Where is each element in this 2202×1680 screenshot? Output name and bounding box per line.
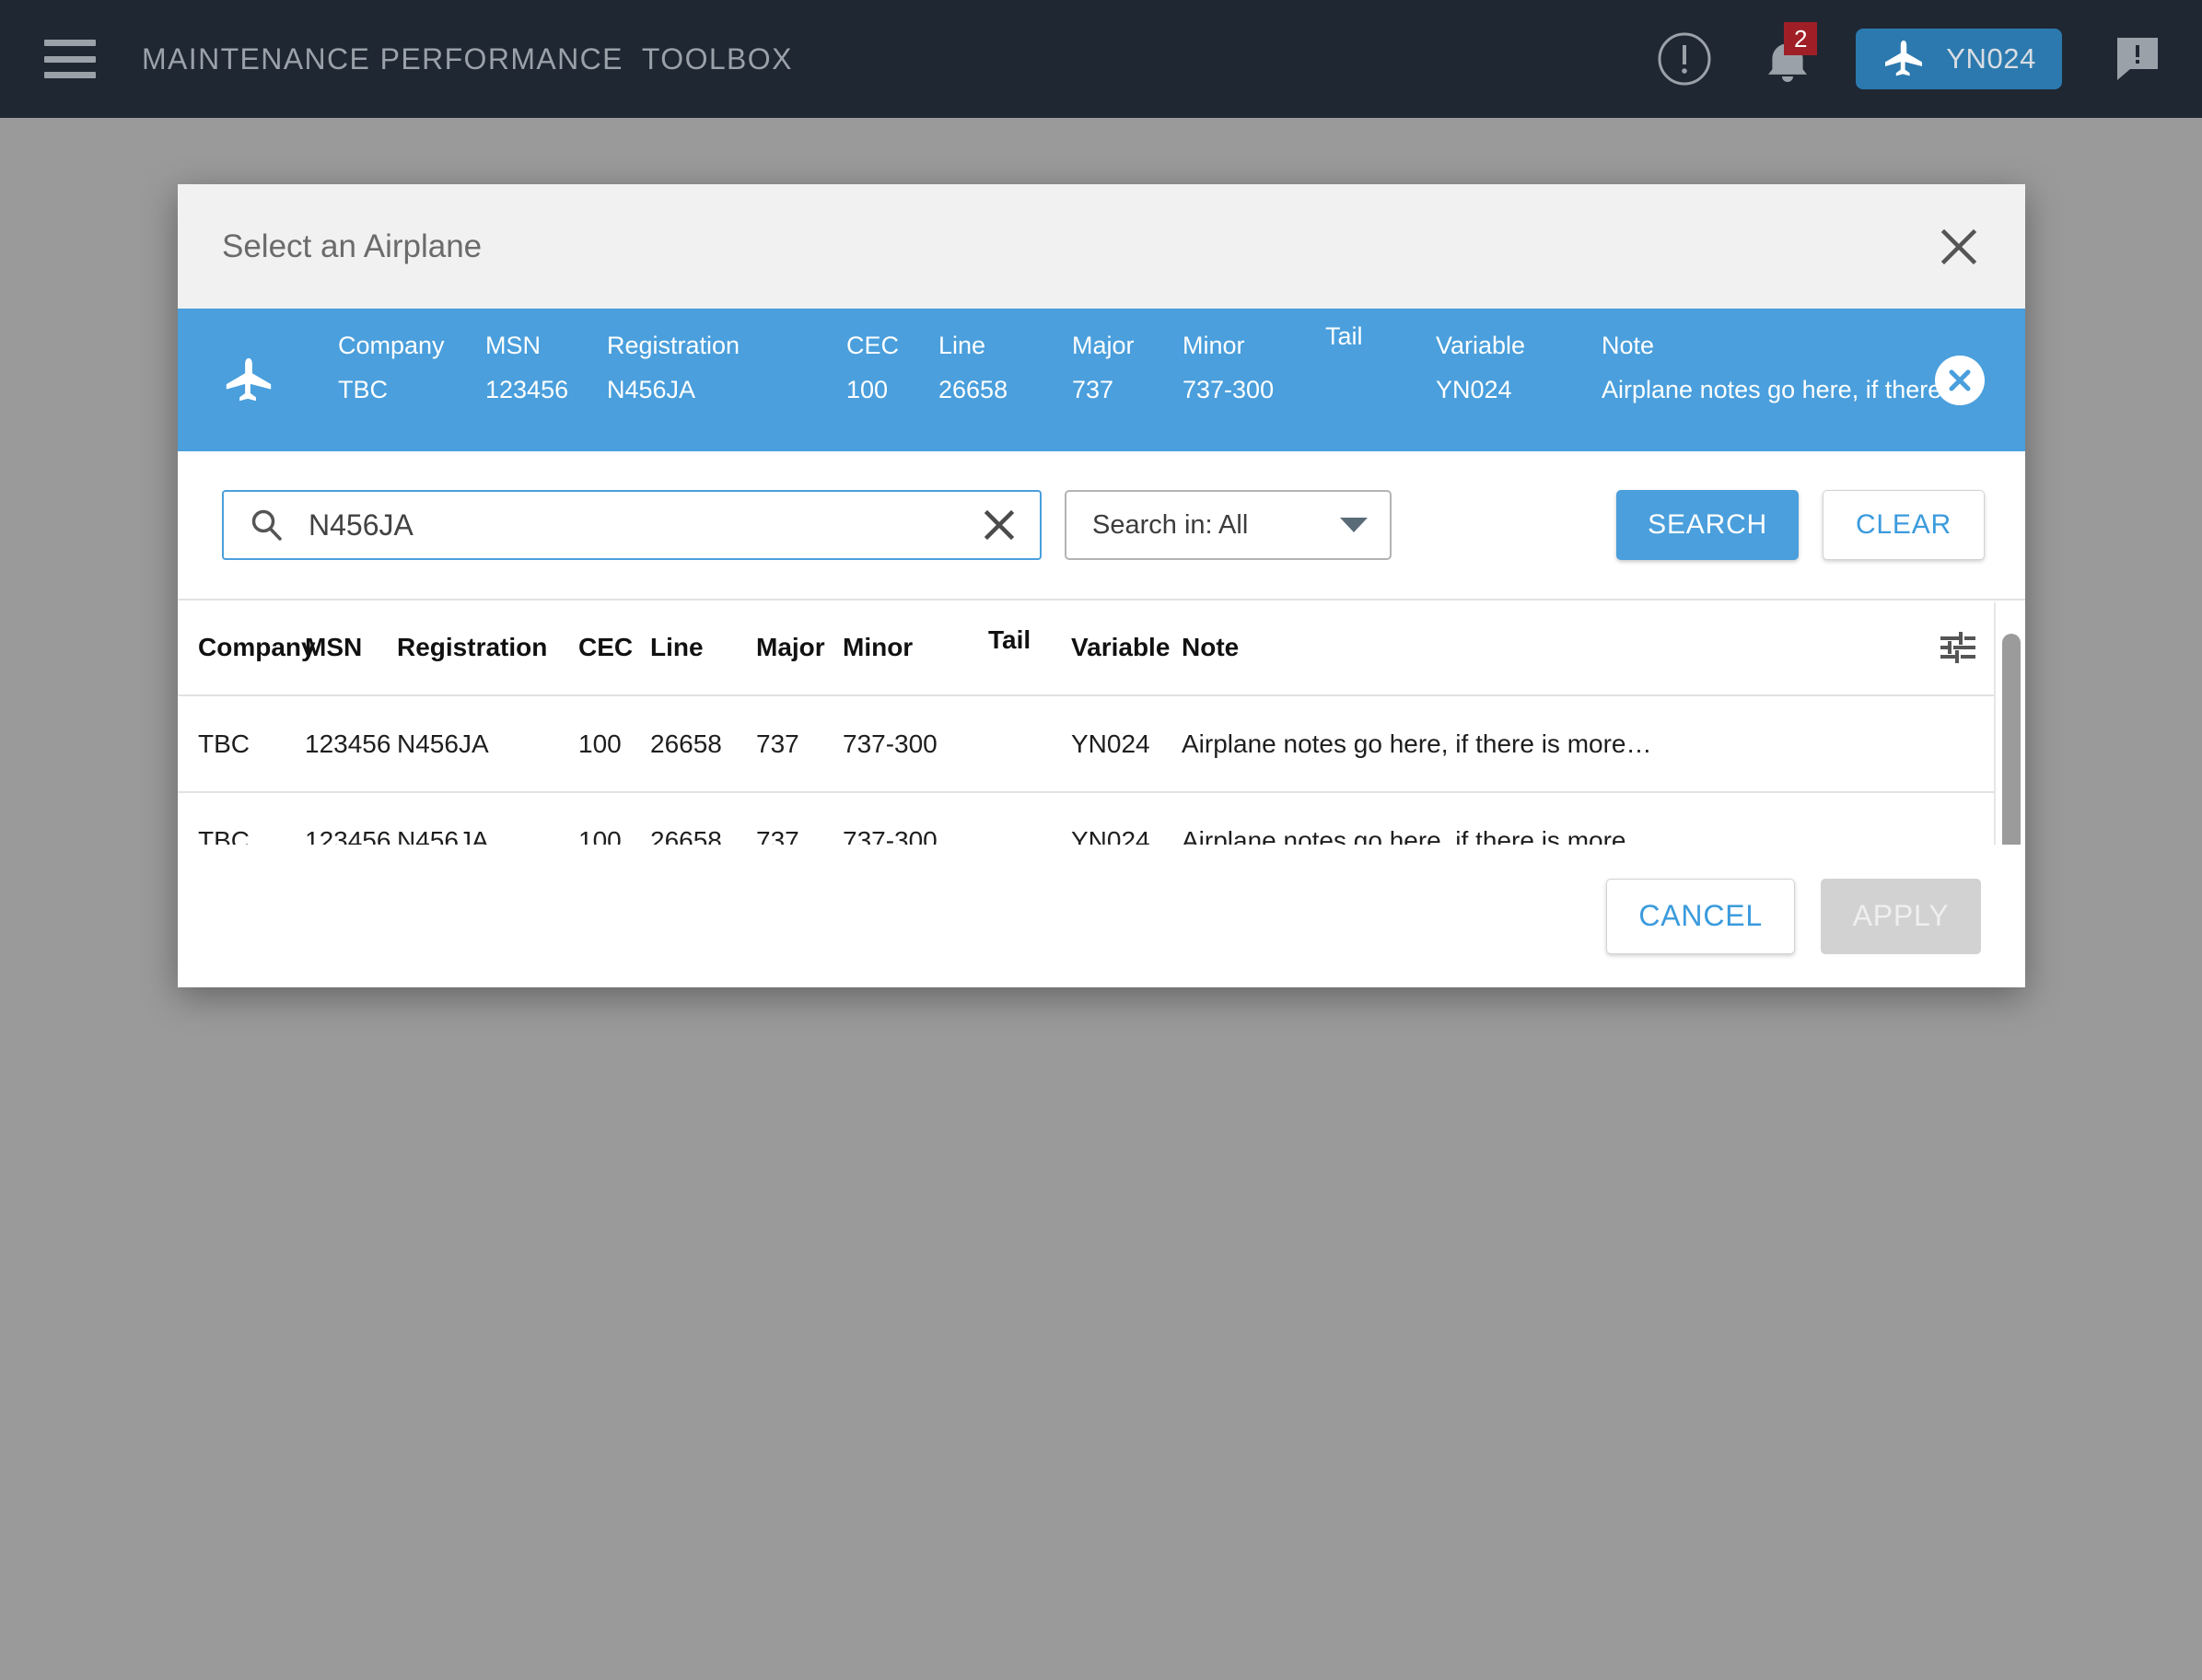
hamburger-bar [44,55,96,63]
selected-airplane-bar: Company TBC MSN 123456 Registration N456JA CEC… [178,309,2025,451]
clear-button[interactable]: CLEAR [1823,490,1985,560]
cell-variable: YN024 [1071,825,1150,846]
vertical-scrollbar[interactable] [1994,602,2025,845]
selected-field-label: Line [938,331,986,359]
selected-field-value: TBC [338,375,388,403]
cell-cec: 100 [578,729,622,758]
selected-field-value: 737-300 [1183,375,1275,403]
selected-field-label: CEC [846,331,900,359]
selected-field-value: 100 [846,375,889,403]
cell-registration: N456JA [397,825,489,846]
search-input[interactable] [309,508,979,542]
column-header-line[interactable]: Line [650,633,704,662]
selected-field-label: Tail [1325,321,1363,350]
hamburger-menu-icon[interactable] [44,40,96,78]
cell-cec: 100 [578,825,622,846]
selected-field-major: Major 737 [1072,330,1135,405]
airplane-icon [1882,37,1926,81]
apply-button: APPLY [1821,878,1981,954]
selected-field-value: YN024 [1436,375,1512,403]
search-field-wrapper[interactable] [222,490,1042,560]
cell-registration: N456JA [397,729,489,758]
selected-field-label: Major [1072,331,1135,359]
selected-field-tail: Tail [1325,322,1363,365]
selected-field-label: Registration [607,331,740,359]
cancel-button[interactable]: CANCEL [1606,878,1795,954]
search-row: Search in: All SEARCH CLEAR [178,451,2025,599]
selected-field-minor: Minor 737-300 [1183,330,1274,405]
tune-sliders-icon[interactable] [1937,626,1979,669]
dialog-header: Select an Airplane [178,184,2025,309]
selected-field-value: N456JA [607,375,696,403]
selected-field-label: Minor [1183,331,1245,359]
selected-field-line: Line 26658 [938,330,1008,405]
scrollbar-thumb[interactable] [2002,634,2021,845]
search-scope-label: Search in: All [1092,509,1249,540]
selected-field-msn: MSN 123456 [485,330,568,405]
column-header-msn[interactable]: MSN [305,633,362,662]
cell-company: TBC [198,825,250,846]
cell-msn: 123456 [305,729,391,758]
close-icon[interactable] [1933,221,1985,273]
app-title: MAINTENANCE PERFORMANCE TOOLBOX [142,41,793,76]
cell-major: 737 [756,825,799,846]
selected-field-note: Note Airplane notes go here, if there… [1602,330,1966,405]
selected-field-company: Company TBC [338,330,445,405]
cell-line: 26658 [650,825,722,846]
tail-selector-button[interactable]: YN024 [1856,29,2062,89]
select-airplane-dialog: Select an Airplane Company TBC MSN 123456 Re… [178,184,2025,987]
selected-field-registration: Registration N456JA [607,330,740,405]
app-header: MAINTENANCE PERFORMANCE TOOLBOX 2 YN024 [0,0,2202,118]
selected-airplane-fields: Company TBC MSN 123456 Registration N456JA CEC… [294,322,1966,431]
cell-company: TBC [198,729,250,758]
info-circle-icon[interactable] [1655,29,1714,88]
cell-line: 26658 [650,729,722,758]
search-button[interactable]: SEARCH [1616,490,1799,560]
cell-minor: 737-300 [843,825,938,846]
cell-major: 737 [756,729,799,758]
cell-note: Airplane notes go here, if there is more… [1182,729,1652,758]
dialog-footer: CANCEL APPLY [178,845,2025,987]
column-header-major[interactable]: Major [756,633,825,662]
clear-search-icon[interactable] [979,505,1019,545]
column-header-note[interactable]: Note [1182,633,1239,662]
column-header-company[interactable]: Company [198,633,316,662]
selected-field-label: MSN [485,331,541,359]
selected-field-cec: CEC 100 [846,330,899,405]
selected-field-value: 123456 [485,375,569,403]
hamburger-bar [44,72,96,78]
column-header-registration[interactable]: Registration [397,633,547,662]
column-header-cec[interactable]: CEC [578,633,633,662]
table-row[interactable]: TBC 123456 N456JA 100 26658 737 737-300 YN024 Ai… [178,793,1994,846]
airplane-icon [222,354,275,407]
cell-note: Airplane notes go here, if there is more… [1182,825,1652,846]
selected-field-value: 26658 [938,375,1008,403]
results-table-body: Company MSN Registration CEC Line Major Minor T… [178,601,1994,845]
dialog-title: Select an Airplane [222,228,483,264]
cell-variable: YN024 [1071,729,1150,758]
results-table: Company MSN Registration CEC Line Major Minor T… [178,599,2025,845]
bell-icon[interactable]: 2 [1758,22,1818,88]
selected-field-variable: Variable YN024 [1436,330,1525,405]
column-header-variable[interactable]: Variable [1071,633,1170,662]
search-icon [248,507,285,543]
selected-field-label: Variable [1436,331,1526,359]
selected-field-label: Note [1602,331,1655,359]
cell-minor: 737-300 [843,729,938,758]
hamburger-bar [44,40,96,46]
chevron-down-icon [1340,518,1368,532]
feedback-icon[interactable] [2114,34,2167,84]
search-scope-select[interactable]: Search in: All [1065,490,1392,560]
table-header-row: Company MSN Registration CEC Line Major Minor T… [178,601,1994,696]
tail-number-label: YN024 [1946,42,2036,75]
selected-field-label: Company [338,331,445,359]
column-header-tail[interactable]: Tail [988,625,1031,655]
table-row[interactable]: TBC 123456 N456JA 100 26658 737 737-300 YN024 Ai… [178,696,1994,793]
column-header-minor[interactable]: Minor [843,633,913,662]
selected-field-value: 737 [1072,375,1114,403]
cell-msn: 123456 [305,825,391,846]
notification-badge: 2 [1784,22,1818,55]
selected-field-value: Airplane notes go here, if there… [1602,375,1967,403]
